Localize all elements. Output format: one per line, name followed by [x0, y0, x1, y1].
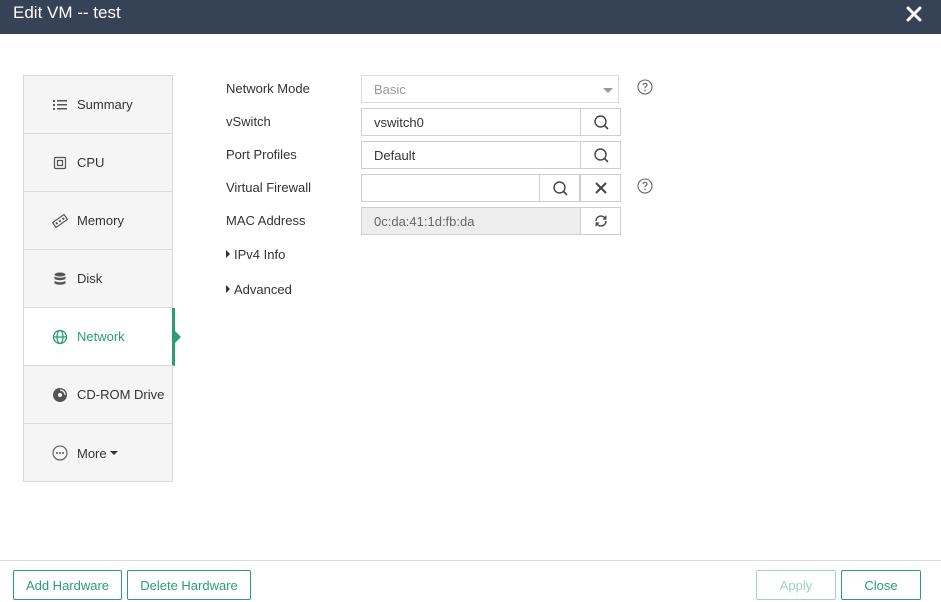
cpu-icon	[52, 155, 68, 171]
search-icon	[552, 181, 567, 196]
disk-icon	[52, 271, 68, 287]
vswitch-value: vswitch0	[374, 115, 424, 130]
port-profiles-search-button[interactable]	[580, 141, 621, 169]
virtual-firewall-input[interactable]	[361, 174, 621, 202]
mac-address-value: 0c:da:41:1d:fb:da	[374, 214, 475, 229]
virtual-firewall-clear-button[interactable]	[580, 174, 621, 202]
virtual-firewall-search-button[interactable]	[539, 174, 580, 202]
virtual-firewall-row: Virtual Firewall	[226, 174, 666, 202]
help-icon[interactable]	[637, 178, 653, 194]
sidebar-item-label: Disk	[77, 271, 103, 286]
network-mode-value: Basic	[374, 82, 406, 97]
sidebar-item-memory[interactable]: Memory	[24, 192, 172, 250]
ipv4-info-toggle[interactable]: IPv4 Info	[226, 247, 285, 262]
window-title: Edit VM -- test	[13, 3, 121, 22]
sidebar-item-cdrom[interactable]: CD-ROM Drive	[24, 366, 172, 424]
network-mode-row: Network Mode Basic	[226, 75, 666, 103]
advanced-toggle[interactable]: Advanced	[226, 282, 292, 297]
list-icon	[52, 97, 68, 113]
caret-right-icon	[226, 250, 230, 258]
title-bar: Edit VM -- test	[0, 0, 941, 34]
sidebar-item-label: Memory	[77, 213, 124, 228]
port-profiles-input[interactable]: Default	[361, 141, 621, 169]
more-icon	[52, 445, 68, 461]
sidebar-item-cpu[interactable]: CPU	[24, 134, 172, 192]
clear-icon	[594, 182, 607, 194]
mac-address-row: MAC Address 0c:da:41:1d:fb:da	[226, 207, 666, 235]
sidebar-item-label: CPU	[77, 155, 105, 170]
close-button[interactable]: Close	[841, 570, 921, 600]
footer-divider	[0, 560, 941, 561]
add-hardware-button[interactable]: Add Hardware	[13, 570, 122, 600]
refresh-icon	[594, 215, 607, 227]
virtual-firewall-label: Virtual Firewall	[226, 180, 312, 195]
ipv4-info-label: IPv4 Info	[234, 247, 286, 262]
help-icon[interactable]	[637, 79, 653, 95]
vswitch-input[interactable]: vswitch0	[361, 108, 621, 136]
search-icon	[593, 148, 608, 163]
sidebar-item-label: More	[77, 445, 107, 461]
cdrom-icon	[52, 387, 68, 403]
network-mode-label: Network Mode	[226, 81, 310, 96]
sidebar-item-label: Summary	[77, 97, 133, 112]
vswitch-search-button[interactable]	[580, 108, 621, 136]
delete-hardware-button[interactable]: Delete Hardware	[127, 570, 251, 600]
port-profiles-value: Default	[374, 148, 416, 163]
active-indicator-arrow	[175, 331, 181, 343]
memory-icon	[52, 213, 68, 229]
search-icon	[593, 115, 608, 130]
chevron-down-icon	[603, 88, 613, 93]
advanced-label: Advanced	[234, 282, 292, 297]
hardware-sidebar: Summary CPU Memory Disk Network CD-ROM D…	[23, 75, 181, 482]
sidebar-item-more[interactable]: More	[24, 424, 172, 482]
vswitch-row: vSwitch vswitch0	[226, 108, 666, 136]
sidebar-item-label: CD-ROM Drive	[77, 387, 165, 402]
sidebar-item-label: Network	[77, 329, 125, 344]
mac-address-input: 0c:da:41:1d:fb:da	[361, 207, 621, 235]
sidebar-item-disk[interactable]: Disk	[24, 250, 172, 308]
mac-address-label: MAC Address	[226, 213, 306, 228]
network-mode-select[interactable]: Basic	[361, 75, 619, 103]
port-profiles-row: Port Profiles Default	[226, 141, 666, 169]
chevron-down-icon	[109, 451, 118, 455]
mac-address-refresh-button[interactable]	[580, 207, 621, 235]
caret-right-icon	[226, 285, 230, 293]
vswitch-label: vSwitch	[226, 114, 271, 129]
port-profiles-label: Port Profiles	[226, 147, 297, 162]
sidebar-item-network[interactable]: Network	[24, 308, 181, 366]
globe-icon	[52, 329, 68, 345]
apply-button[interactable]: Apply	[756, 570, 836, 600]
close-icon[interactable]	[905, 5, 923, 23]
sidebar-item-summary[interactable]: Summary	[24, 76, 172, 134]
